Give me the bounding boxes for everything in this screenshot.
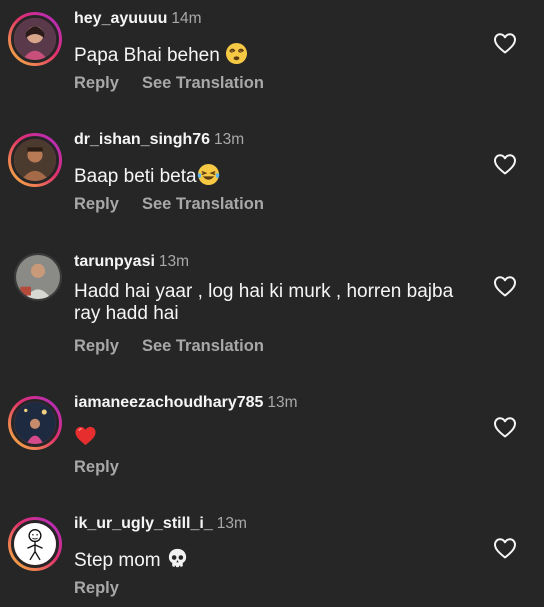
skull-emoji	[166, 547, 189, 570]
see-translation-button[interactable]: See Translation	[142, 195, 264, 214]
dizzy-face-emoji	[225, 42, 248, 65]
comment-text: Papa Bhai behen	[74, 42, 454, 67]
comment-text: Hadd hai yaar , log hai ki murk , horren…	[74, 281, 454, 325]
timestamp: 13m	[216, 515, 247, 532]
heart-outline-icon[interactable]	[493, 153, 517, 175]
username[interactable]: dr_ishan_singh76	[74, 131, 210, 149]
comment-text: Step mom	[74, 547, 454, 572]
heart-outline-icon[interactable]	[493, 275, 517, 297]
heart-outline-icon[interactable]	[493, 416, 517, 438]
avatar[interactable]	[8, 396, 62, 450]
username[interactable]: tarunpyasi	[74, 253, 155, 271]
red-heart-emoji	[74, 424, 97, 447]
comment-body: Hadd hai yaar , log hai ki murk , horren…	[74, 281, 454, 324]
see-translation-button[interactable]: See Translation	[142, 337, 264, 356]
comment-text	[74, 424, 454, 449]
username[interactable]: iamaneezachoudhary785	[74, 394, 263, 412]
see-translation-button[interactable]: See Translation	[142, 74, 264, 93]
comment-body: Papa Bhai behen	[74, 45, 226, 66]
comment-body: Baap beti beta	[74, 166, 197, 187]
reply-button[interactable]: Reply	[74, 195, 119, 214]
timestamp: 13m	[267, 394, 298, 411]
username[interactable]: hey_ayuuuu	[74, 10, 167, 28]
avatar[interactable]	[8, 517, 62, 571]
avatar[interactable]	[14, 253, 62, 301]
comment-body: Step mom	[74, 550, 166, 571]
heart-outline-icon[interactable]	[493, 32, 517, 54]
username[interactable]: ik_ur_ugly_still_i_	[74, 515, 213, 533]
timestamp: 13m	[214, 131, 245, 148]
reply-button[interactable]: Reply	[74, 337, 119, 356]
avatar[interactable]	[8, 12, 62, 66]
timestamp: 14m	[171, 10, 202, 27]
avatar[interactable]	[8, 133, 62, 187]
timestamp: 13m	[158, 253, 190, 270]
heart-outline-icon[interactable]	[493, 537, 517, 559]
reply-button[interactable]: Reply	[74, 74, 119, 93]
reply-button[interactable]: Reply	[74, 458, 119, 477]
laughing-tears-emoji	[197, 163, 220, 186]
reply-button[interactable]: Reply	[74, 579, 119, 598]
comment-text: Baap beti beta	[74, 163, 454, 188]
